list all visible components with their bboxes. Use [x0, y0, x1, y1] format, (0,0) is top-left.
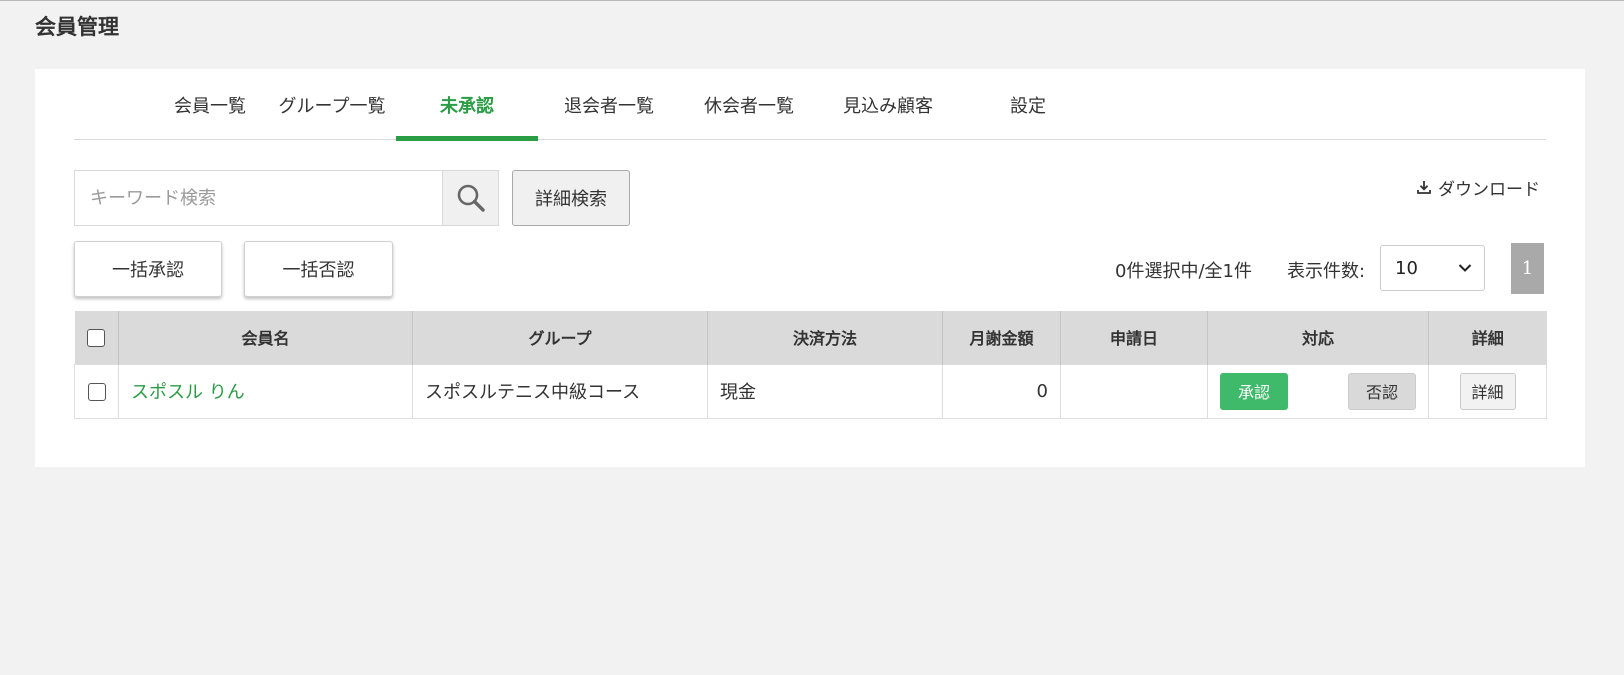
page-title: 会員管理 — [35, 15, 119, 39]
column-header-member-name: 会員名 — [118, 311, 413, 364]
reject-button[interactable]: 否認 — [1348, 372, 1416, 410]
detail-search-button[interactable]: 詳細検索 — [512, 170, 630, 226]
download-link[interactable]: ダウンロード — [1416, 175, 1540, 200]
detail-button[interactable]: 詳細 — [1459, 372, 1516, 410]
per-page-label: 表示件数: — [1287, 261, 1366, 282]
download-icon — [1417, 181, 1431, 194]
column-header-payment-method: 決済方法 — [707, 311, 943, 364]
column-header-monthly-fee: 月謝金額 — [942, 311, 1061, 364]
chevron-down-icon — [1458, 264, 1472, 272]
bulk-reject-button[interactable]: 一括否認 — [244, 241, 393, 297]
search-input[interactable] — [75, 171, 442, 225]
column-header-detail: 詳細 — [1428, 311, 1547, 364]
row-checkbox[interactable] — [87, 382, 106, 401]
column-header-group: グループ — [412, 311, 708, 364]
tab-bar: 会員一覧 グループ一覧 未承認 退会者一覧 休会者一覧 見込み顧客 設定 — [74, 69, 1546, 141]
application-date-cell — [1060, 363, 1208, 419]
tab-withdrawn-list[interactable]: 退会者一覧 — [538, 69, 680, 140]
approve-button[interactable]: 承認 — [1220, 372, 1288, 410]
column-header-action: 対応 — [1207, 311, 1429, 364]
row-select-cell — [74, 363, 119, 419]
member-name-cell: スポスル りん — [118, 363, 413, 419]
search-icon — [457, 184, 485, 212]
member-name-link[interactable]: スポスル りん — [131, 382, 245, 403]
tab-settings[interactable]: 設定 — [958, 69, 1098, 140]
main-card: 会員一覧 グループ一覧 未承認 退会者一覧 休会者一覧 見込み顧客 設定 詳細検… — [35, 69, 1585, 467]
table-row: スポスル りん スポスルテニス中級コース 現金 0 承認 否認 詳細 — [74, 363, 1547, 419]
download-label: ダウンロード — [1438, 179, 1540, 200]
action-cell: 承認 否認 — [1207, 363, 1429, 419]
tab-prospects[interactable]: 見込み顧客 — [818, 69, 958, 140]
member-table: 会員名 グループ 決済方法 月謝金額 申請日 対応 詳細 スポスル りん スポス… — [74, 311, 1547, 419]
table-header-row: 会員名 グループ 決済方法 月謝金額 申請日 対応 詳細 — [74, 311, 1547, 364]
payment-method-cell: 現金 — [707, 363, 943, 419]
per-page-select[interactable]: 10 — [1380, 245, 1485, 291]
group-cell: スポスルテニス中級コース — [412, 363, 708, 419]
bulk-approve-button[interactable]: 一括承認 — [74, 241, 222, 297]
selection-status: 0件選択中/全1件 — [1115, 261, 1252, 282]
tab-group-list[interactable]: グループ一覧 — [268, 69, 396, 140]
select-all-cell — [74, 311, 119, 364]
search-box — [74, 170, 499, 226]
detail-cell: 詳細 — [1428, 363, 1547, 419]
action-buttons: 承認 否認 — [1208, 372, 1428, 410]
tab-unapproved[interactable]: 未承認 — [396, 69, 538, 141]
tab-member-list[interactable]: 会員一覧 — [152, 69, 268, 140]
tab-suspended-list[interactable]: 休会者一覧 — [680, 69, 818, 140]
monthly-fee-cell: 0 — [942, 363, 1061, 419]
per-page-value: 10 — [1395, 257, 1418, 279]
column-header-application-date: 申請日 — [1060, 311, 1208, 364]
select-all-checkbox[interactable] — [87, 329, 106, 347]
search-button[interactable] — [442, 171, 498, 225]
pagination-page-button[interactable]: 1 — [1511, 243, 1544, 294]
